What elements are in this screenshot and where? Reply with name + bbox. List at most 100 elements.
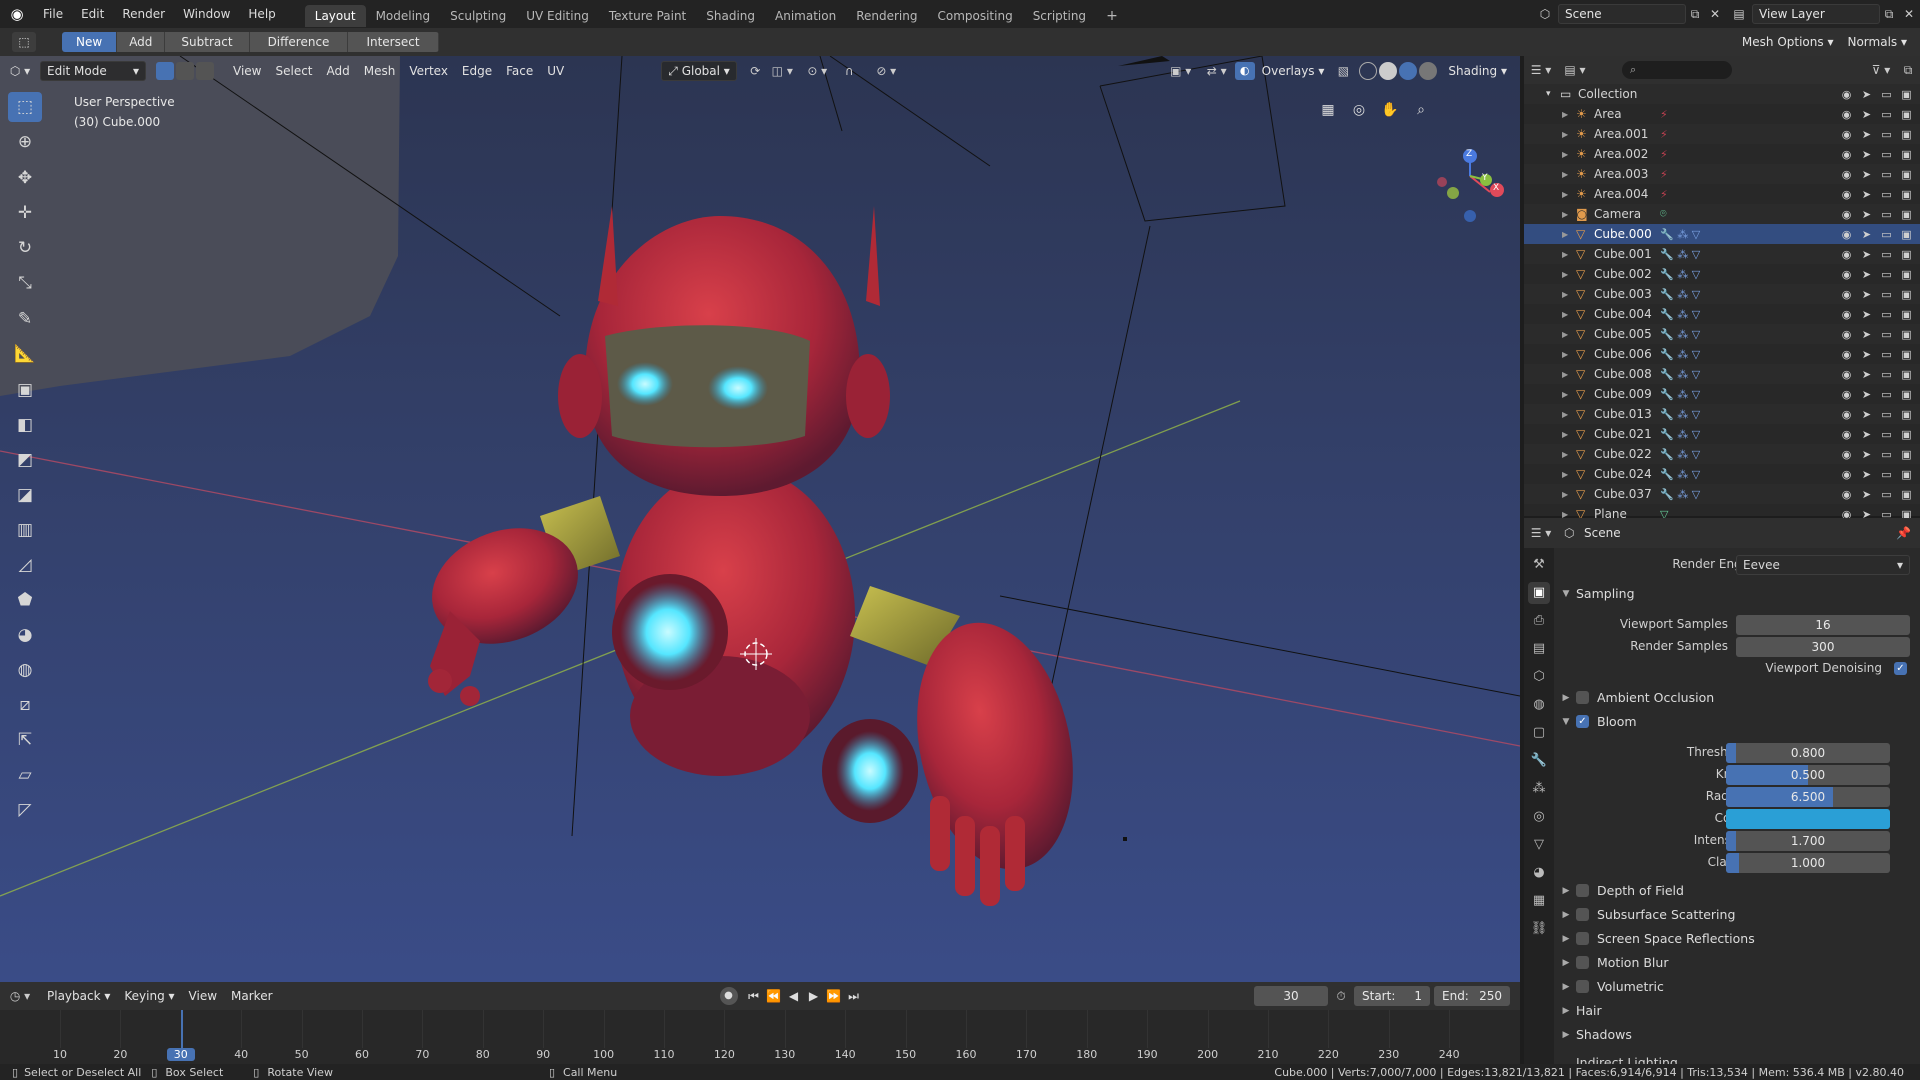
world-tab-icon[interactable]: ◍	[1528, 694, 1550, 716]
play-reverse-icon[interactable]: ◀	[784, 989, 804, 1003]
viewport-monitor-icon[interactable]: ▭	[1881, 189, 1892, 200]
panel-checkbox[interactable]	[1576, 956, 1589, 969]
selectable-arrow-icon[interactable]: ➤	[1861, 289, 1872, 300]
expand-arrow-icon[interactable]: ▶	[1562, 250, 1576, 259]
viewport-samples-field[interactable]: 16	[1736, 615, 1910, 635]
knife-tool-icon[interactable]: ◿	[8, 550, 42, 580]
viewport-menu-uv[interactable]: UV	[540, 64, 571, 78]
annotate-tool-icon[interactable]: ✎	[8, 304, 42, 334]
render-camera-icon[interactable]: ▣	[1901, 149, 1912, 160]
visibility-eye-icon[interactable]: ◉	[1841, 289, 1852, 300]
properties-editor-type-icon[interactable]: ☰ ▾	[1524, 526, 1558, 540]
3d-viewport[interactable]	[0, 56, 1520, 982]
render-camera-icon[interactable]: ▣	[1901, 349, 1912, 360]
visibility-eye-icon[interactable]: ◉	[1841, 209, 1852, 220]
visibility-eye-icon[interactable]: ◉	[1841, 389, 1852, 400]
selectable-arrow-icon[interactable]: ➤	[1861, 469, 1872, 480]
panel-checkbox[interactable]	[1576, 884, 1589, 897]
gizmo-y-label[interactable]: Y	[1482, 173, 1488, 183]
rendered-shading-icon[interactable]	[1419, 62, 1438, 80]
display-mode-icon[interactable]: ▤ ▾	[1558, 63, 1592, 77]
pin-icon[interactable]: 📌	[1896, 526, 1920, 540]
selectable-arrow-icon[interactable]: ➤	[1861, 129, 1872, 140]
bloom-clamp-field[interactable]: 1.000	[1726, 853, 1890, 873]
outliner-item-row[interactable]: ▶ ◙ Camera ⌾ ◉ ➤ ▭ ▣	[1524, 204, 1920, 224]
render-tab-icon[interactable]: ▣	[1528, 582, 1550, 604]
menu-edit[interactable]: Edit	[72, 0, 113, 28]
viewport-monitor-icon[interactable]: ▭	[1881, 289, 1892, 300]
boolean-difference-button[interactable]: Difference	[249, 32, 349, 52]
snap-icon[interactable]: ◫ ▾	[767, 64, 797, 78]
viewport-monitor-icon[interactable]: ▭	[1881, 249, 1892, 260]
boolean-add-button[interactable]: Add	[117, 32, 166, 52]
viewport-monitor-icon[interactable]: ▭	[1881, 349, 1892, 360]
selectable-arrow-icon[interactable]: ➤	[1861, 309, 1872, 320]
menu-render[interactable]: Render	[113, 0, 174, 28]
playhead[interactable]	[180, 1010, 183, 1048]
expand-arrow-icon[interactable]: ▶	[1562, 470, 1576, 479]
render-camera-icon[interactable]: ▣	[1901, 209, 1912, 220]
particles-tab-icon[interactable]: ⁂	[1528, 778, 1550, 800]
expand-arrow-icon[interactable]: ▶	[1562, 450, 1576, 459]
expand-arrow-icon[interactable]: ▶	[1562, 430, 1576, 439]
selectable-arrow-icon[interactable]: ➤	[1861, 169, 1872, 180]
workspace-tab-rendering[interactable]: Rendering	[846, 5, 927, 27]
camera-icon[interactable]: ◎	[1347, 98, 1371, 122]
workspace-tab-texture-paint[interactable]: Texture Paint	[599, 5, 696, 27]
viewport-monitor-icon[interactable]: ▭	[1881, 329, 1892, 340]
view-layer-field[interactable]: View Layer	[1752, 4, 1880, 24]
outliner-item-row[interactable]: ▶ ▽ Cube.004 🔧 ⁂ ▽ ◉ ➤ ▭ ▣	[1524, 304, 1920, 324]
expand-arrow-icon[interactable]: ▶	[1562, 290, 1576, 299]
xray-toggle-icon[interactable]: ▧	[1331, 64, 1355, 78]
expand-arrow-icon[interactable]: ▶	[1562, 230, 1576, 239]
bloom-threshold-field[interactable]: 0.800	[1726, 743, 1890, 763]
ambient-occlusion-panel-header[interactable]: ▶ Ambient Occlusion	[1556, 690, 1715, 705]
selectable-arrow-icon[interactable]: ➤	[1861, 429, 1872, 440]
scale-tool-icon[interactable]: ⤡	[8, 268, 42, 298]
visibility-eye-icon[interactable]: ◉	[1841, 409, 1852, 420]
visibility-eye-icon[interactable]: ◉	[1841, 309, 1852, 320]
selectable-arrow-icon[interactable]: ➤	[1861, 189, 1872, 200]
outliner-item-row[interactable]: ▶ ▽ Cube.006 🔧 ⁂ ▽ ◉ ➤ ▭ ▣	[1524, 344, 1920, 364]
object-tab-icon[interactable]: ▢	[1528, 722, 1550, 744]
menu-file[interactable]: File	[34, 0, 72, 28]
visibility-eye-icon[interactable]: ◉	[1841, 149, 1852, 160]
proportional-edit-icon[interactable]: ⊙ ▾	[797, 64, 837, 78]
viewport-menu-edge[interactable]: Edge	[455, 64, 499, 78]
ambient-occlusion-checkbox[interactable]	[1576, 691, 1589, 704]
play-icon[interactable]: ▶	[804, 989, 824, 1003]
rip-region-tool-icon[interactable]: ◸	[8, 795, 42, 825]
outliner-collection-row[interactable]: ▾ ▭ Collection ◉ ➤ ▭ ▣	[1524, 84, 1920, 104]
viewport-monitor-icon[interactable]: ▭	[1881, 489, 1892, 500]
view-layer-tab-icon[interactable]: ▤	[1528, 638, 1550, 660]
viewport-monitor-icon[interactable]: ▭	[1881, 309, 1892, 320]
bevel-tool-icon[interactable]: ◪	[8, 480, 42, 510]
render-camera-icon[interactable]: ▣	[1901, 389, 1912, 400]
timeline-menu-marker[interactable]: Marker	[224, 989, 279, 1003]
delete-scene-icon[interactable]: ✕	[1704, 7, 1726, 21]
render-camera-icon[interactable]: ▣	[1901, 329, 1912, 340]
output-tab-icon[interactable]: ⎙	[1528, 610, 1550, 632]
physics-tab-icon[interactable]: ◎	[1528, 806, 1550, 828]
modifier-tab-icon[interactable]: 🔧	[1528, 750, 1550, 772]
visibility-eye-icon[interactable]: ◉	[1841, 489, 1852, 500]
zoom-icon[interactable]: ⌕	[1409, 98, 1433, 122]
material-preview-shading-icon[interactable]	[1399, 62, 1418, 80]
visibility-eye-icon[interactable]: ◉	[1841, 369, 1852, 380]
cursor-tool-icon[interactable]: ⊕	[8, 127, 42, 157]
expand-arrow-icon[interactable]: ▶	[1562, 170, 1576, 179]
render-camera-icon[interactable]: ▣	[1901, 369, 1912, 380]
workspace-tab-uv-editing[interactable]: UV Editing	[516, 5, 599, 27]
panel-checkbox[interactable]	[1576, 908, 1589, 921]
smooth-tool-icon[interactable]: ◍	[8, 655, 42, 685]
selectable-arrow-icon[interactable]: ➤	[1861, 369, 1872, 380]
render-camera-icon[interactable]: ▣	[1901, 169, 1912, 180]
workspace-tab-shading[interactable]: Shading	[696, 5, 765, 27]
render-camera-icon[interactable]: ▣	[1901, 469, 1912, 480]
stopwatch-icon[interactable]: ⏱	[1328, 989, 1354, 1004]
outliner-item-row[interactable]: ▶ ▽ Cube.024 🔧 ⁂ ▽ ◉ ➤ ▭ ▣	[1524, 464, 1920, 484]
vertex-select-icon[interactable]	[156, 62, 174, 80]
collapse-arrow-icon[interactable]: ▾	[1546, 89, 1560, 99]
jump-start-icon[interactable]: ⏮	[744, 989, 764, 1004]
visibility-eye-icon[interactable]: ◉	[1841, 429, 1852, 440]
